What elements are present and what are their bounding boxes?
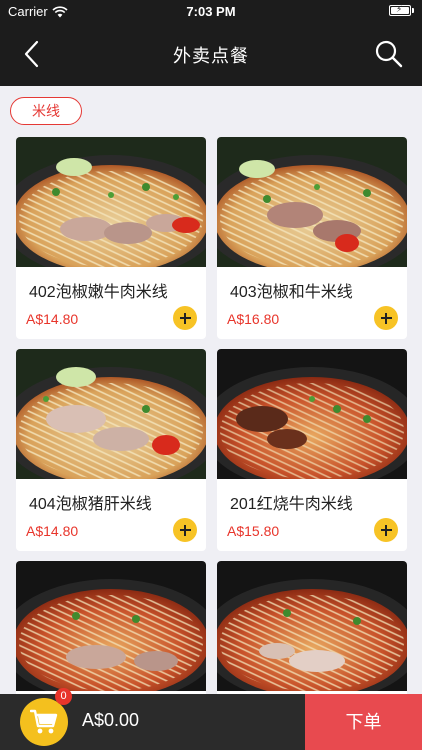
product-price: A$15.80	[227, 523, 280, 539]
page-title: 外卖点餐	[173, 46, 249, 66]
product-photo	[217, 561, 407, 691]
add-to-cart-button[interactable]	[374, 518, 398, 542]
battery-icon: ⚡	[389, 4, 414, 16]
product-price: A$14.80	[26, 311, 79, 327]
product-name: 201红烧牛肉米线	[230, 496, 353, 513]
product-card[interactable]: 404泡椒猪肝米线 A$14.80	[16, 349, 206, 551]
add-to-cart-button[interactable]	[374, 306, 398, 330]
product-photo	[217, 137, 407, 267]
add-to-cart-button[interactable]	[173, 306, 197, 330]
product-name: 402泡椒嫩牛肉米线	[29, 284, 168, 301]
cart-total: A$0.00	[82, 710, 140, 730]
product-card[interactable]: 403泡椒和牛米线 A$16.80	[217, 137, 407, 339]
category-tag[interactable]: 米线	[10, 97, 82, 125]
cart-count-badge: 0	[55, 688, 72, 705]
product-price: A$14.80	[26, 523, 79, 539]
cart-button[interactable]	[20, 698, 68, 746]
product-price: A$16.80	[227, 311, 280, 327]
product-name: 403泡椒和牛米线	[230, 284, 353, 301]
product-photo	[217, 349, 407, 479]
shopping-cart-icon	[30, 709, 58, 734]
search-button[interactable]	[374, 38, 404, 70]
nav-bar: 外卖点餐	[0, 22, 422, 86]
product-photo	[16, 137, 206, 267]
status-bar: Carrier 7:03 PM ⚡	[0, 0, 422, 22]
status-time: 7:03 PM	[186, 4, 236, 19]
product-photo	[16, 561, 206, 691]
top-bar: Carrier 7:03 PM ⚡ 外卖点餐	[0, 0, 422, 86]
product-card[interactable]: 402泡椒嫩牛肉米线 A$14.80	[16, 137, 206, 339]
product-photo	[16, 349, 206, 479]
product-card[interactable]: 201红烧牛肉米线 A$15.80	[217, 349, 407, 551]
checkout-button[interactable]: 下单	[305, 694, 422, 750]
product-name: 404泡椒猪肝米线	[29, 496, 152, 513]
add-to-cart-button[interactable]	[173, 518, 197, 542]
